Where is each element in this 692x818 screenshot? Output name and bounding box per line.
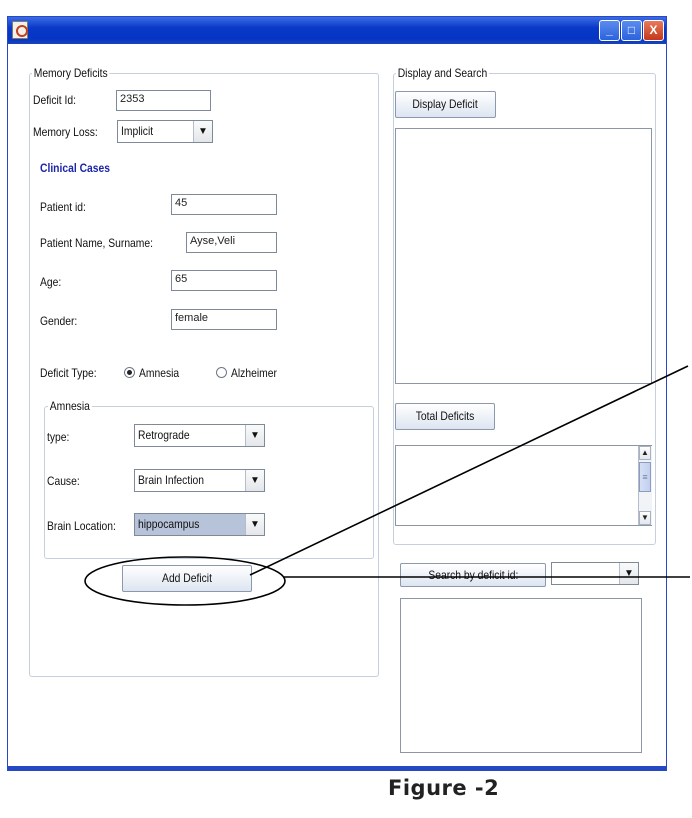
total-deficits-button[interactable]: Total Deficits xyxy=(395,403,495,430)
add-deficit-button[interactable]: Add Deficit xyxy=(122,565,252,592)
window-bottom-edge xyxy=(8,766,666,770)
brain-location-combo[interactable]: hippocampus ▼ xyxy=(134,513,265,536)
amnesia-radio[interactable] xyxy=(124,367,135,378)
amnesia-legend: Amnesia xyxy=(48,399,92,413)
search-by-deficit-id-button[interactable]: Search by deficit id: xyxy=(400,563,546,587)
figure-caption: Figure -2 xyxy=(388,776,500,800)
age-field[interactable]: 65 xyxy=(171,270,277,291)
chevron-down-icon[interactable]: ▼ xyxy=(245,425,264,446)
maximize-button[interactable]: □ xyxy=(621,20,642,41)
amnesia-type-label: type: xyxy=(47,430,70,444)
total-deficits-textarea[interactable]: ▲ ≡ ▼ xyxy=(395,445,652,526)
deficit-type-label: Deficit Type: xyxy=(40,366,97,380)
cause-combo[interactable]: Brain Infection ▼ xyxy=(134,469,265,492)
patient-id-field[interactable]: 45 xyxy=(171,194,277,215)
scroll-up-icon[interactable]: ▲ xyxy=(639,446,651,460)
title-bar[interactable]: _ □ X xyxy=(8,17,666,44)
alzheimer-radio[interactable] xyxy=(216,367,227,378)
deficit-id-field[interactable]: 2353 xyxy=(116,90,211,111)
patient-name-label: Patient Name, Surname: xyxy=(40,236,154,250)
total-deficits-scrollbar[interactable]: ▲ ≡ ▼ xyxy=(638,446,652,525)
brain-location-label: Brain Location: xyxy=(47,519,116,533)
display-deficit-textarea[interactable] xyxy=(395,128,652,384)
close-button[interactable]: X xyxy=(643,20,664,41)
patient-name-field[interactable]: Ayse,Veli xyxy=(186,232,277,253)
display-search-legend: Display and Search xyxy=(396,66,489,80)
patient-id-label: Patient id: xyxy=(40,200,86,214)
display-deficit-button-label: Display Deficit xyxy=(412,97,479,111)
age-label: Age: xyxy=(40,275,62,289)
minimize-button[interactable]: _ xyxy=(599,20,620,41)
scroll-down-icon[interactable]: ▼ xyxy=(639,511,651,525)
scroll-thumb[interactable]: ≡ xyxy=(639,462,651,492)
total-deficits-button-label: Total Deficits xyxy=(415,409,475,423)
amnesia-type-combo[interactable]: Retrograde ▼ xyxy=(134,424,265,447)
display-deficit-button[interactable]: Display Deficit xyxy=(395,91,496,118)
memory-loss-label: Memory Loss: xyxy=(33,125,98,139)
clinical-cases-label: Clinical Cases xyxy=(40,161,110,175)
gender-field[interactable]: female xyxy=(171,309,277,330)
search-deficit-id-combo[interactable]: ▼ xyxy=(551,562,639,585)
search-by-deficit-id-button-label: Search by deficit id: xyxy=(427,568,519,582)
cause-value: Brain Infection xyxy=(138,473,204,487)
chevron-down-icon[interactable]: ▼ xyxy=(619,563,638,584)
add-deficit-button-label: Add Deficit xyxy=(162,571,212,585)
memory-loss-combo[interactable]: Implicit ▼ xyxy=(117,120,213,143)
search-result-textarea[interactable] xyxy=(400,598,642,753)
cause-label: Cause: xyxy=(47,474,80,488)
alzheimer-radio-label: Alzheimer xyxy=(231,366,277,380)
java-cup-icon xyxy=(12,21,28,39)
brain-location-value: hippocampus xyxy=(138,517,200,531)
memory-loss-value: Implicit xyxy=(121,124,154,138)
chevron-down-icon[interactable]: ▼ xyxy=(193,121,212,142)
chevron-down-icon[interactable]: ▼ xyxy=(245,514,264,535)
memory-deficits-legend: Memory Deficits xyxy=(32,66,110,80)
chevron-down-icon[interactable]: ▼ xyxy=(245,470,264,491)
amnesia-type-value: Retrograde xyxy=(138,428,190,442)
deficit-id-label: Deficit Id: xyxy=(33,93,77,107)
app-window: _ □ X Memory Deficits Deficit Id: 2353 M… xyxy=(7,16,667,771)
amnesia-radio-label: Amnesia xyxy=(139,366,180,380)
gender-label: Gender: xyxy=(40,314,78,328)
